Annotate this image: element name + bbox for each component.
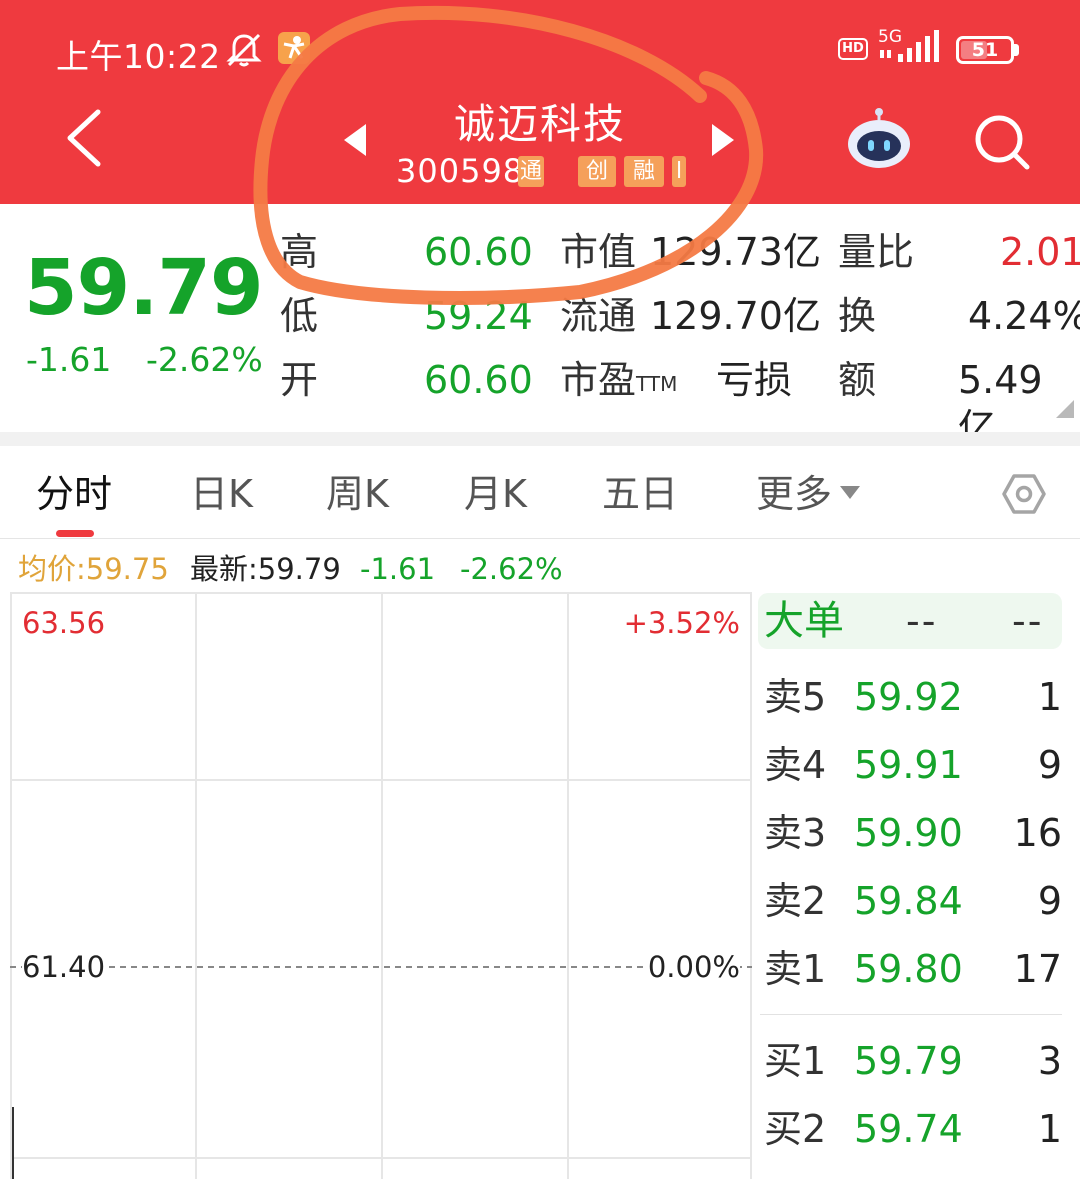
market-cap-value: 129.73亿: [650, 230, 821, 274]
battery-level: 51: [971, 39, 999, 61]
stat-label-low: 低: [280, 294, 319, 338]
intraday-chart[interactable]: 63.56 +3.52% 61.40 0.00%: [10, 592, 752, 1179]
market-cap-label: 市值: [560, 230, 637, 274]
tab-monthly-k[interactable]: 月K: [464, 470, 527, 518]
status-time: 上午10:22: [56, 37, 221, 76]
tag-tong: 通: [518, 156, 544, 187]
stat-value-high: 60.60: [424, 230, 533, 274]
big-order-value-b: --: [1012, 599, 1044, 643]
ask-price: 59.84: [854, 879, 963, 923]
tab-weekly-k[interactable]: 周K: [326, 470, 389, 518]
tab-bottom-line: [0, 538, 1080, 539]
battery-icon: 51: [956, 36, 1014, 64]
next-stock-icon[interactable]: [710, 122, 736, 158]
tag-chuang: 创: [578, 156, 616, 187]
stat-value-low: 59.24: [424, 294, 533, 338]
price-change: -1.61: [26, 340, 112, 379]
float-cap-label: 流通: [560, 294, 637, 338]
ask-label: 卖3: [764, 811, 827, 855]
ask-label: 卖2: [764, 879, 827, 923]
tab-five-day[interactable]: 五日: [602, 470, 678, 518]
tab-daily-k[interactable]: 日K: [190, 470, 253, 518]
hd-icon: HD: [838, 38, 868, 60]
big-order-value-a: --: [906, 599, 938, 643]
volume-ratio-label: 量比: [838, 230, 915, 274]
pe-value: 亏损: [716, 358, 793, 402]
bid-label: 买2: [764, 1107, 827, 1151]
stock-name: 诚迈科技: [454, 100, 626, 148]
bell-off-icon: [226, 33, 262, 67]
big-order-label: 大单: [764, 598, 844, 644]
chart-grid: [10, 592, 752, 1179]
float-cap-value: 129.70亿: [650, 294, 821, 338]
pe-label: 市盈TTM: [560, 358, 678, 402]
info-change: -1.61: [360, 552, 436, 586]
avg-price: 均价:59.75: [18, 552, 169, 586]
volume-ratio-value: 2.01: [1000, 230, 1080, 274]
tag-rong: 融: [624, 156, 664, 187]
turnover-value: 4.24%: [968, 294, 1080, 338]
ask-label: 卖5: [764, 675, 827, 719]
expand-corner-icon[interactable]: [1056, 400, 1074, 418]
signal-icon: 5G: [878, 28, 942, 68]
active-tab-indicator: [56, 530, 94, 537]
ask-label: 卖1: [764, 947, 827, 991]
stock-code: 300598: [396, 152, 525, 190]
ask-qty: 9: [1037, 743, 1062, 787]
settings-icon[interactable]: [1002, 472, 1046, 516]
chart-top-price: 63.56: [22, 606, 106, 640]
order-book-separator: [760, 1014, 1062, 1015]
search-icon[interactable]: [972, 112, 1032, 172]
chart-mid-price: 61.40: [22, 950, 106, 984]
pe-ttm-sup: TTM: [636, 372, 678, 396]
robot-assistant-icon[interactable]: [846, 108, 912, 170]
info-change-pct: -2.62%: [460, 552, 563, 586]
chart-top-pct: +3.52%: [623, 606, 740, 640]
amount-label: 额: [838, 358, 877, 402]
bid-label: 买1: [764, 1039, 827, 1083]
ask-qty: 9: [1037, 879, 1062, 923]
tag-more: l: [672, 156, 686, 187]
ask-price: 59.92: [854, 675, 963, 719]
latest-price: 最新:59.79: [190, 552, 341, 586]
chevron-down-icon: [840, 486, 861, 499]
bid-qty: 1: [1037, 1107, 1062, 1151]
ask-qty: 17: [1013, 947, 1062, 991]
prev-stock-icon[interactable]: [342, 122, 368, 158]
notification-app-icon: [278, 32, 310, 64]
ask-price: 59.90: [854, 811, 963, 855]
stat-label-open: 开: [280, 358, 319, 402]
chart-mid-pct: 0.00%: [647, 950, 740, 984]
tab-more[interactable]: 更多: [756, 470, 861, 518]
stat-label-high: 高: [280, 230, 319, 274]
ask-label: 卖4: [764, 743, 827, 787]
price-change-pct: -2.62%: [146, 340, 263, 379]
ask-price: 59.91: [854, 743, 963, 787]
current-price: 59.79: [24, 244, 264, 333]
bid-price: 59.79: [854, 1039, 963, 1083]
ask-qty: 16: [1013, 811, 1062, 855]
header-bar: 上午10:22 HD 5G 51 诚迈科技 300598 通 创 融 l: [0, 0, 1080, 204]
bid-qty: 3: [1037, 1039, 1062, 1083]
turnover-label: 换: [838, 294, 877, 338]
back-arrow-icon[interactable]: [60, 106, 106, 170]
ask-price: 59.80: [854, 947, 963, 991]
section-divider: [0, 432, 1080, 446]
battery-tip: [1014, 44, 1019, 56]
tab-intraday[interactable]: 分时: [36, 470, 112, 518]
stat-value-open: 60.60: [424, 358, 533, 402]
bid-price: 59.74: [854, 1107, 963, 1151]
ask-qty: 1: [1037, 675, 1062, 719]
